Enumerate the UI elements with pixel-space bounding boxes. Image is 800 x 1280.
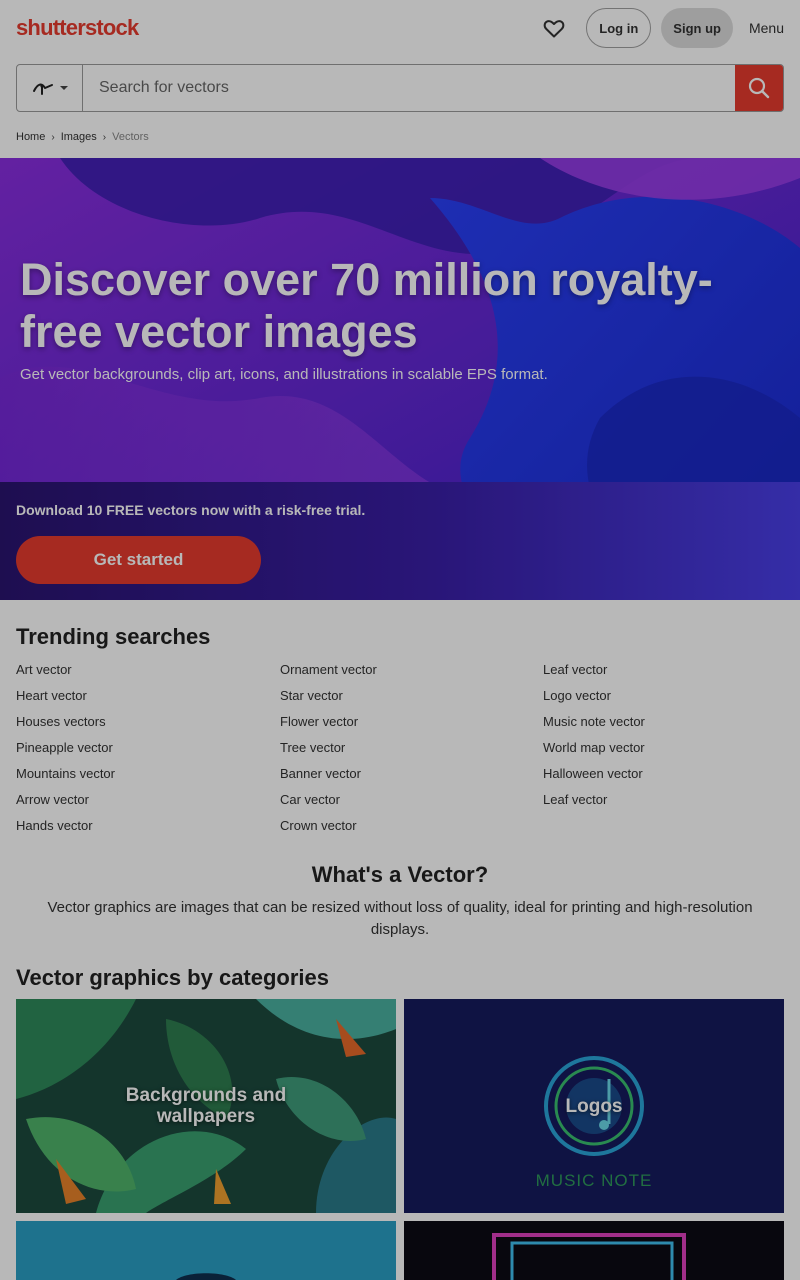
breadcrumb-home[interactable]: Home xyxy=(16,131,45,143)
trending-link[interactable]: Star vector xyxy=(280,683,377,709)
trending-link[interactable]: Arrow vector xyxy=(16,787,115,813)
heart-icon[interactable] xyxy=(542,16,566,40)
trending-link[interactable]: Leaf vector xyxy=(543,657,645,683)
search-bar xyxy=(16,64,784,112)
trending-link[interactable]: Logo vector xyxy=(543,683,645,709)
breadcrumb-images[interactable]: Images xyxy=(61,131,97,143)
signup-button[interactable]: Sign up xyxy=(661,8,733,48)
category-tile-logos[interactable]: Logos MUSIC NOTE xyxy=(404,999,784,1213)
trending-link[interactable]: Houses vectors xyxy=(16,709,115,735)
trending-column-3: Leaf vector Logo vector Music note vecto… xyxy=(543,657,645,813)
category-label: Backgrounds and wallpapers xyxy=(125,1085,287,1127)
whats-vector-description: Vector graphics are images that can be r… xyxy=(47,899,753,938)
trending-link[interactable]: Mountains vector xyxy=(16,761,115,787)
get-started-button[interactable]: Get started xyxy=(16,536,261,584)
chevron-right-icon: › xyxy=(102,131,107,143)
trending-link[interactable]: Art vector xyxy=(16,657,115,683)
trending-link[interactable]: Heart vector xyxy=(16,683,115,709)
category-tile-3[interactable] xyxy=(16,1221,396,1280)
site-header: shutterstock Log in Sign up Menu xyxy=(0,0,800,56)
trending-link[interactable]: Flower vector xyxy=(280,709,377,735)
category-preview-image xyxy=(176,1273,236,1280)
vector-pen-icon xyxy=(32,83,53,95)
login-button[interactable]: Log in xyxy=(586,8,652,48)
breadcrumb-current: Vectors xyxy=(112,131,149,143)
trending-link[interactable]: Banner vector xyxy=(280,761,377,787)
trending-column-2: Ornament vector Star vector Flower vecto… xyxy=(280,657,377,839)
media-type-dropdown[interactable] xyxy=(17,65,83,111)
category-tile-backgrounds[interactable]: Backgrounds and wallpapers xyxy=(16,999,396,1213)
shutterstock-logo[interactable]: shutterstock xyxy=(16,15,139,41)
trending-link[interactable]: World map vector xyxy=(543,735,645,761)
trending-title: Trending searches xyxy=(16,624,211,649)
neon-frame-image xyxy=(492,1233,686,1280)
trending-link[interactable]: Ornament vector xyxy=(280,657,377,683)
trending-column-1: Art vector Heart vector Houses vectors P… xyxy=(16,657,115,839)
trending-link[interactable]: Car vector xyxy=(280,787,377,813)
hero-title: Discover over 70 million royalty-free ve… xyxy=(20,254,713,357)
categories-title: Vector graphics by categories xyxy=(16,965,330,990)
menu-button[interactable]: Menu xyxy=(749,20,784,36)
trending-link[interactable]: Tree vector xyxy=(280,735,377,761)
category-tile-4[interactable] xyxy=(404,1221,784,1280)
category-label: Logos xyxy=(565,1095,623,1117)
chevron-right-icon: › xyxy=(51,131,55,143)
trending-link[interactable]: Music note vector xyxy=(543,709,645,735)
trending-link[interactable]: Pineapple vector xyxy=(16,735,115,761)
promo-text: Download 10 FREE vectors now with a risk… xyxy=(16,502,366,518)
whats-vector-title: What's a Vector? xyxy=(311,862,489,887)
trending-link[interactable]: Crown vector xyxy=(280,813,377,839)
promo-strip: Download 10 FREE vectors now with a risk… xyxy=(0,482,800,600)
search-icon xyxy=(748,77,770,99)
search-input[interactable] xyxy=(83,65,735,111)
breadcrumb: Home › Images › Vectors xyxy=(16,131,149,143)
logo-caption: MUSIC NOTE xyxy=(535,1171,653,1190)
hero-banner: Discover over 70 million royalty-free ve… xyxy=(0,158,800,600)
caret-down-icon xyxy=(59,86,68,90)
hero-subtitle: Get vector backgrounds, clip art, icons,… xyxy=(20,366,548,383)
trending-link[interactable]: Hands vector xyxy=(16,813,115,839)
trending-link[interactable]: Leaf vector xyxy=(543,787,645,813)
trending-link[interactable]: Halloween vector xyxy=(543,761,645,787)
search-button[interactable] xyxy=(735,65,783,111)
